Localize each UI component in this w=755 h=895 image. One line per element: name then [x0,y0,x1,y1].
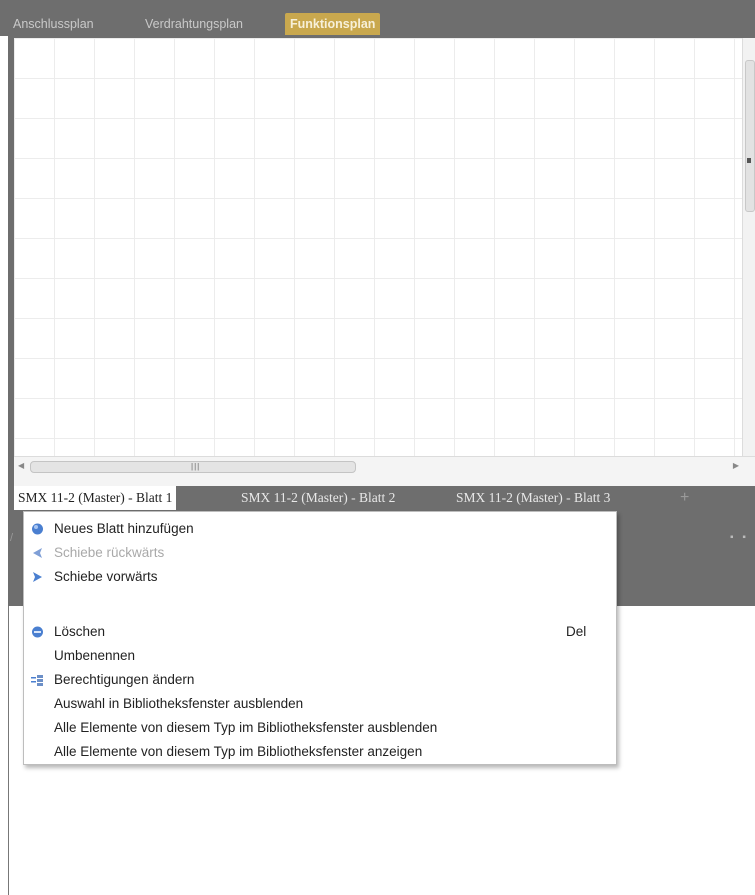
tab-verdrahtungsplan[interactable]: Verdrahtungsplan [140,13,248,35]
horizontal-scroll-thumb[interactable]: ||| [30,461,356,473]
sheet-tab-3[interactable]: SMX 11-2 (Master) - Blatt 3 [452,486,614,510]
scroll-right-arrow-icon[interactable]: ▶ [733,461,739,470]
lower-panel-edge [8,606,19,895]
vertical-scrollbar[interactable] [742,38,755,456]
scroll-marker-icon [747,158,751,163]
menu-item-label: Umbenennen [54,648,136,663]
menu-item-label: Schiebe vorwärts [54,569,158,584]
sheet-tab-2[interactable]: SMX 11-2 (Master) - Blatt 2 [237,486,399,510]
sheet-tab-bar: SMX 11-2 (Master) - Blatt 1 SMX 11-2 (Ma… [8,486,755,510]
menu-item-rename[interactable]: Umbenennen [24,644,616,668]
tab-funktionsplan[interactable]: Funktionsplan [285,13,381,35]
menu-item-change-permissions[interactable]: Berechtigungen ändern [24,668,616,692]
menu-item-shortcut: Del [566,624,587,639]
sheet-context-menu: Neues Blatt hinzufügen Schiebe rückwärts… [23,511,617,765]
add-sheet-icon [32,523,43,535]
menu-item-add-sheet[interactable]: Neues Blatt hinzufügen [24,517,616,541]
menu-item-hide-selection[interactable]: Auswahl in Bibliotheksfenster ausblenden [24,692,616,716]
menu-item-label: Neues Blatt hinzufügen [54,521,194,536]
menu-item-move-forward[interactable]: Schiebe vorwärts [24,565,616,589]
move-forward-icon [33,572,42,582]
menu-item-label: Auswahl in Bibliotheksfenster ausblenden [54,696,304,711]
horizontal-scrollbar[interactable]: ◀ ||| ▶ [14,456,755,487]
drawing-canvas[interactable] [14,38,742,456]
pin-icon[interactable]: ▪ ▪ [730,532,749,543]
vertical-scroll-thumb[interactable] [745,60,755,212]
menu-item-hide-all-of-type[interactable]: Alle Elemente von diesem Typ im Biblioth… [24,716,616,740]
tab-anschlussplan[interactable]: Anschlussplan [8,13,99,35]
move-back-icon [33,548,42,558]
menu-item-delete[interactable]: Löschen Del [24,620,616,644]
menu-item-show-all-of-type[interactable]: Alle Elemente von diesem Typ im Biblioth… [24,740,616,764]
permissions-icon [31,675,43,686]
sheet-tab-1[interactable]: SMX 11-2 (Master) - Blatt 1 [14,486,177,510]
menu-item-label: Alle Elemente von diesem Typ im Biblioth… [54,744,423,759]
view-tab-bar: Anschlussplan Verdrahtungsplan Funktions… [0,0,755,36]
menu-item-label: Alle Elemente von diesem Typ im Biblioth… [54,720,438,735]
panel-icon: / [10,532,14,544]
menu-item-label: Schiebe rückwärts [54,545,165,560]
menu-item-move-back[interactable]: Schiebe rückwärts [24,541,616,565]
menu-item-label: Berechtigungen ändern [54,672,195,687]
delete-icon [32,626,43,638]
grip-icon: ||| [191,462,201,471]
scroll-left-arrow-icon[interactable]: ◀ [18,461,24,470]
add-sheet-button[interactable]: + [680,486,689,510]
menu-item-label: Löschen [54,624,106,639]
